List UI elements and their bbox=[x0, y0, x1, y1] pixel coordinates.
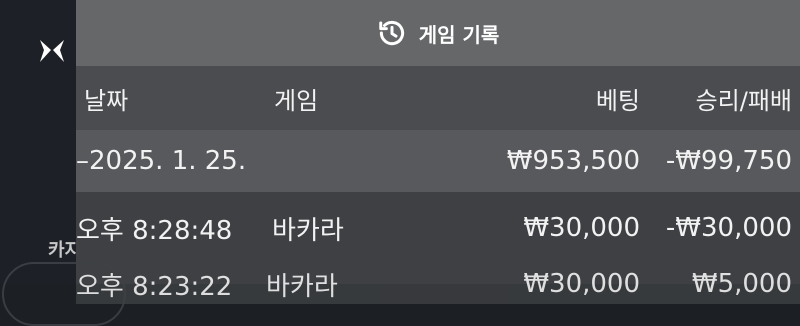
row-bet: ₩30,000 bbox=[523, 213, 640, 243]
date-group-result: -₩99,750 bbox=[665, 146, 792, 176]
date-group-label: –2025. 1. 25. bbox=[76, 146, 247, 176]
row-time: 오후 8:28:48 bbox=[76, 215, 233, 246]
row-game: 바카라 bbox=[272, 215, 344, 246]
table-row[interactable]: 오후 8:23:22 바카라 ₩30,000 ₩5,000 bbox=[76, 264, 800, 304]
table-row[interactable]: 오후 8:28:48 바카라 ₩30,000 -₩30,000 bbox=[76, 192, 800, 264]
panel-header: 게임 기록 bbox=[76, 0, 800, 66]
history-icon bbox=[378, 20, 404, 46]
row-bet: ₩30,000 bbox=[523, 269, 640, 299]
row-time: 오후 8:23:22 bbox=[76, 271, 233, 302]
row-result: -₩30,000 bbox=[665, 213, 792, 243]
column-date: 날짜 bbox=[84, 86, 129, 115]
column-result: 승리/패배 bbox=[695, 86, 792, 115]
date-group-bet: ₩953,500 bbox=[506, 146, 640, 176]
butterfly-logo-icon bbox=[40, 40, 64, 62]
game-history-panel: 게임 기록 날짜 게임 베팅 승리/패배 –2025. 1. 25. ₩953,… bbox=[76, 0, 800, 304]
column-header-row: 날짜 게임 베팅 승리/패배 bbox=[76, 66, 800, 130]
column-bet: 베팅 bbox=[595, 86, 640, 115]
row-result: ₩5,000 bbox=[691, 269, 792, 299]
row-game: 바카라 bbox=[266, 271, 338, 302]
column-game: 게임 bbox=[274, 86, 319, 115]
date-group-row[interactable]: –2025. 1. 25. ₩953,500 -₩99,750 bbox=[76, 130, 800, 192]
panel-title: 게임 기록 bbox=[418, 22, 500, 47]
